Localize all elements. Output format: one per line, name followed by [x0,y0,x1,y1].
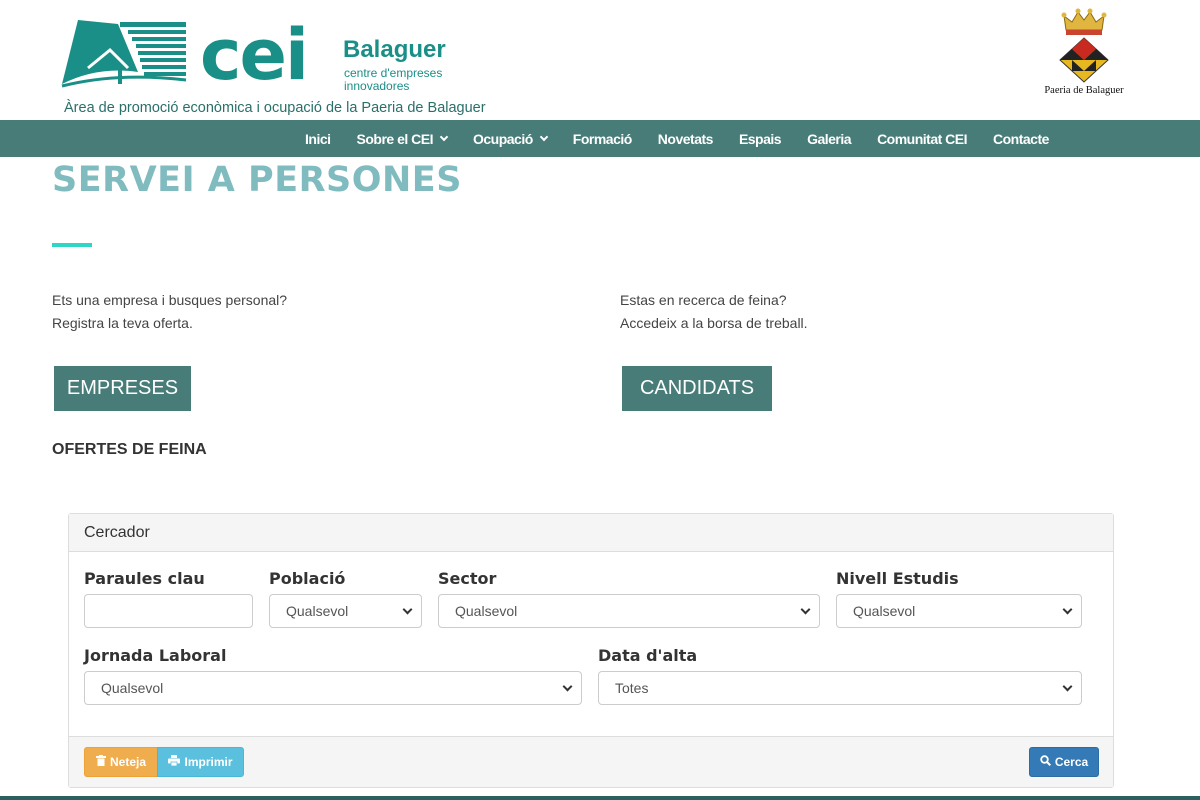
keywords-input-wrapper [84,594,253,628]
nav-item-novetats[interactable]: Novetats [657,130,714,147]
footer-edge [0,796,1200,800]
search-panel-footer: Neteja Imprimir Cerca [69,736,1113,787]
town-label: Població [269,569,346,588]
logo-subtitle-line2: innovadores [344,79,410,93]
chevron-down-icon [402,604,413,615]
nav-item-espais[interactable]: Espais [738,130,782,147]
coat-of-arms-icon [1059,8,1109,83]
building-logo-icon [61,20,187,88]
logo-city: Balaguer [343,36,446,63]
nav-item-label: Formació [572,130,633,147]
nav-item-formacio[interactable]: Formació [572,130,633,147]
companies-intro-line1: Ets una empresa i busques personal? [52,292,288,308]
nav-item-label: Sobre el CEI [356,130,434,147]
title-accent-divider [52,243,92,247]
workday-label: Jornada Laboral [84,646,227,665]
search-button-label: Cerca [1054,755,1089,769]
nav-item-label: Comunitat CEI [877,130,968,147]
sector-select-value: Qualsevol [455,603,518,619]
nav-item-contacte[interactable]: Contacte [993,131,1049,147]
companies-button[interactable]: EMPRESES [54,366,191,411]
keywords-label: Paraules clau [84,569,205,588]
site-header: cei Balaguer centre d'empreses innovador… [0,0,1200,120]
education-label: Nivell Estudis [836,569,959,588]
date-select[interactable]: Totes [598,671,1082,705]
print-icon [168,755,181,769]
chevron-down-icon [800,604,811,615]
print-button[interactable]: Imprimir [157,747,244,777]
companies-intro: Ets una empresa i busques personal? Regi… [52,289,287,335]
search-button[interactable]: Cerca [1029,747,1099,777]
chevron-down-icon [439,132,449,141]
sector-label: Sector [438,569,497,588]
nav-item-label: Contacte [993,130,1049,147]
logo-tagline: Àrea de promoció econòmica i ocupació de… [64,100,486,116]
nav-item-label: Galeria [807,130,852,147]
chevron-down-icon [562,681,573,692]
crest-label: Paeria de Balaguer [1044,85,1124,96]
main-nav: Inici Sobre el CEI Ocupació Formació Nov… [0,120,1200,157]
nav-item-label: Ocupació [472,130,533,147]
chevron-down-icon [539,132,549,141]
clear-button[interactable]: Neteja [84,747,158,777]
logo-brand: cei [200,14,309,96]
workday-select[interactable]: Qualsevol [84,671,582,705]
print-button-label: Imprimir [184,755,233,769]
date-label: Data d'alta [598,646,698,665]
chevron-down-icon [1062,681,1073,692]
candidates-button[interactable]: CANDIDATS [622,366,772,411]
education-select-value: Qualsevol [853,603,916,619]
nav-item-label: Inici [305,130,331,147]
chevron-down-icon [1062,604,1073,615]
search-panel-title: Cercador [69,514,1113,552]
nav-item-ocupacio[interactable]: Ocupació [472,130,549,147]
cei-logo[interactable]: cei Balaguer centre d'empreses innovador… [58,14,486,118]
nav-item-inici[interactable]: Inici [305,131,331,147]
workday-select-value: Qualsevol [101,680,164,696]
nav-item-sobre-el-cei[interactable]: Sobre el CEI [356,130,449,147]
candidates-intro-line1: Estas en recerca de feina? [620,292,787,308]
job-search-panel: Cercador Paraules clau Població Qualsevo… [68,513,1114,788]
job-offers-heading: OFERTES DE FEINA [52,441,207,458]
trash-icon [95,755,106,769]
page-title: SERVEI A PERSONES [52,160,462,200]
candidates-intro: Estas en recerca de feina? Accedeix a la… [620,289,808,335]
nav-item-label: Novetats [657,130,714,147]
date-select-value: Totes [615,680,649,696]
town-select[interactable]: Qualsevol [269,594,422,628]
keywords-input[interactable] [101,596,252,626]
nav-list: Inici Sobre el CEI Ocupació Formació Nov… [305,120,1075,157]
magnifier-icon [1040,755,1051,769]
candidates-intro-line2: Accedeix a la borsa de treball. [620,315,808,331]
town-select-value: Qualsevol [286,603,349,619]
clear-button-label: Neteja [109,755,147,769]
nav-item-galeria[interactable]: Galeria [807,131,851,147]
nav-item-label: Espais [738,130,782,147]
sector-select[interactable]: Qualsevol [438,594,820,628]
nav-item-comunitat-cei[interactable]: Comunitat CEI [877,131,967,147]
logo-subtitle-line1: centre d'empreses [344,66,443,80]
companies-intro-line2: Registra la teva oferta. [52,315,193,331]
education-select[interactable]: Qualsevol [836,594,1082,628]
paeria-crest[interactable]: Paeria de Balaguer [1040,8,1130,100]
